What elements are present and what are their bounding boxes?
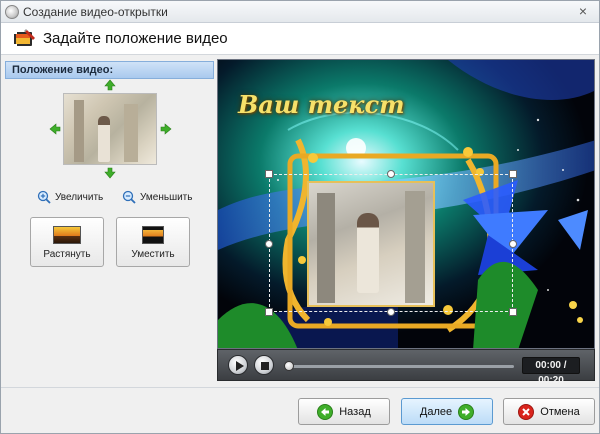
position-control [5,79,214,199]
next-label: Далее [419,405,453,418]
fit-button[interactable]: Уместить [116,217,190,267]
video-position-panel: Положение видео: Увеличить Уменьшить Рас… [5,61,214,381]
zoom-in-icon [37,190,51,204]
stretch-button[interactable]: Растянуть [30,217,104,267]
stretch-icon [53,226,81,244]
back-button[interactable]: Назад [298,398,390,425]
footer-divider [1,387,599,388]
player-controls: 00:00 / 00:20 [217,349,595,386]
zoom-in-label: Увеличить [55,191,104,203]
resize-handle[interactable] [265,170,273,178]
arrow-left-circle-icon [317,403,334,420]
zoom-out-icon [122,190,136,204]
seek-bar[interactable] [288,365,514,368]
resize-handle[interactable] [387,170,395,178]
app-disc-icon [5,5,19,19]
film-edit-icon [13,28,37,50]
play-icon [236,361,244,371]
cancel-button[interactable]: Отмена [503,398,595,425]
arrow-down-icon[interactable] [104,167,116,179]
page-header: Задайте положение видео [1,23,599,55]
arrow-right-icon[interactable] [160,123,172,135]
zoom-controls: Увеличить Уменьшить [5,187,214,209]
stop-button[interactable] [254,355,274,375]
resize-handle[interactable] [387,308,395,316]
zoom-in-button[interactable]: Увеличить [37,187,103,207]
arrow-up-icon[interactable] [104,79,116,91]
stop-icon [261,362,269,370]
next-button[interactable]: Далее [401,398,493,425]
fit-label: Уместить [131,249,175,260]
fit-icon [142,226,164,244]
cancel-icon [518,403,535,420]
dialog-window: Создание видео-открытки × Задайте положе… [0,0,600,434]
resize-handle[interactable] [265,308,273,316]
close-icon[interactable]: × [575,3,591,19]
time-display: 00:00 / 00:20 [522,357,580,386]
video-thumbnail[interactable] [63,93,157,165]
cancel-label: Отмена [540,405,580,418]
seek-thumb[interactable] [284,361,294,371]
panel-heading: Положение видео: [5,61,214,79]
title-bar: Создание видео-открытки × [1,1,599,23]
resize-handle[interactable] [265,240,273,248]
window-title: Создание видео-открытки [23,5,168,19]
arrow-left-icon[interactable] [49,123,61,135]
resize-handle[interactable] [509,308,517,316]
play-button[interactable] [228,355,248,375]
zoom-out-label: Уменьшить [140,191,193,203]
video-preview[interactable]: Ваш текст [217,59,595,349]
arrow-right-circle-icon [458,403,475,420]
zoom-out-button[interactable]: Уменьшить [122,187,192,207]
resize-handle[interactable] [509,170,517,178]
page-title: Задайте положение видео [43,30,228,47]
back-label: Назад [339,405,371,418]
resize-handle[interactable] [509,240,517,248]
overlay-text[interactable]: Ваш текст [238,90,405,119]
selection-frame[interactable] [265,170,517,316]
stretch-label: Растянуть [43,249,91,260]
